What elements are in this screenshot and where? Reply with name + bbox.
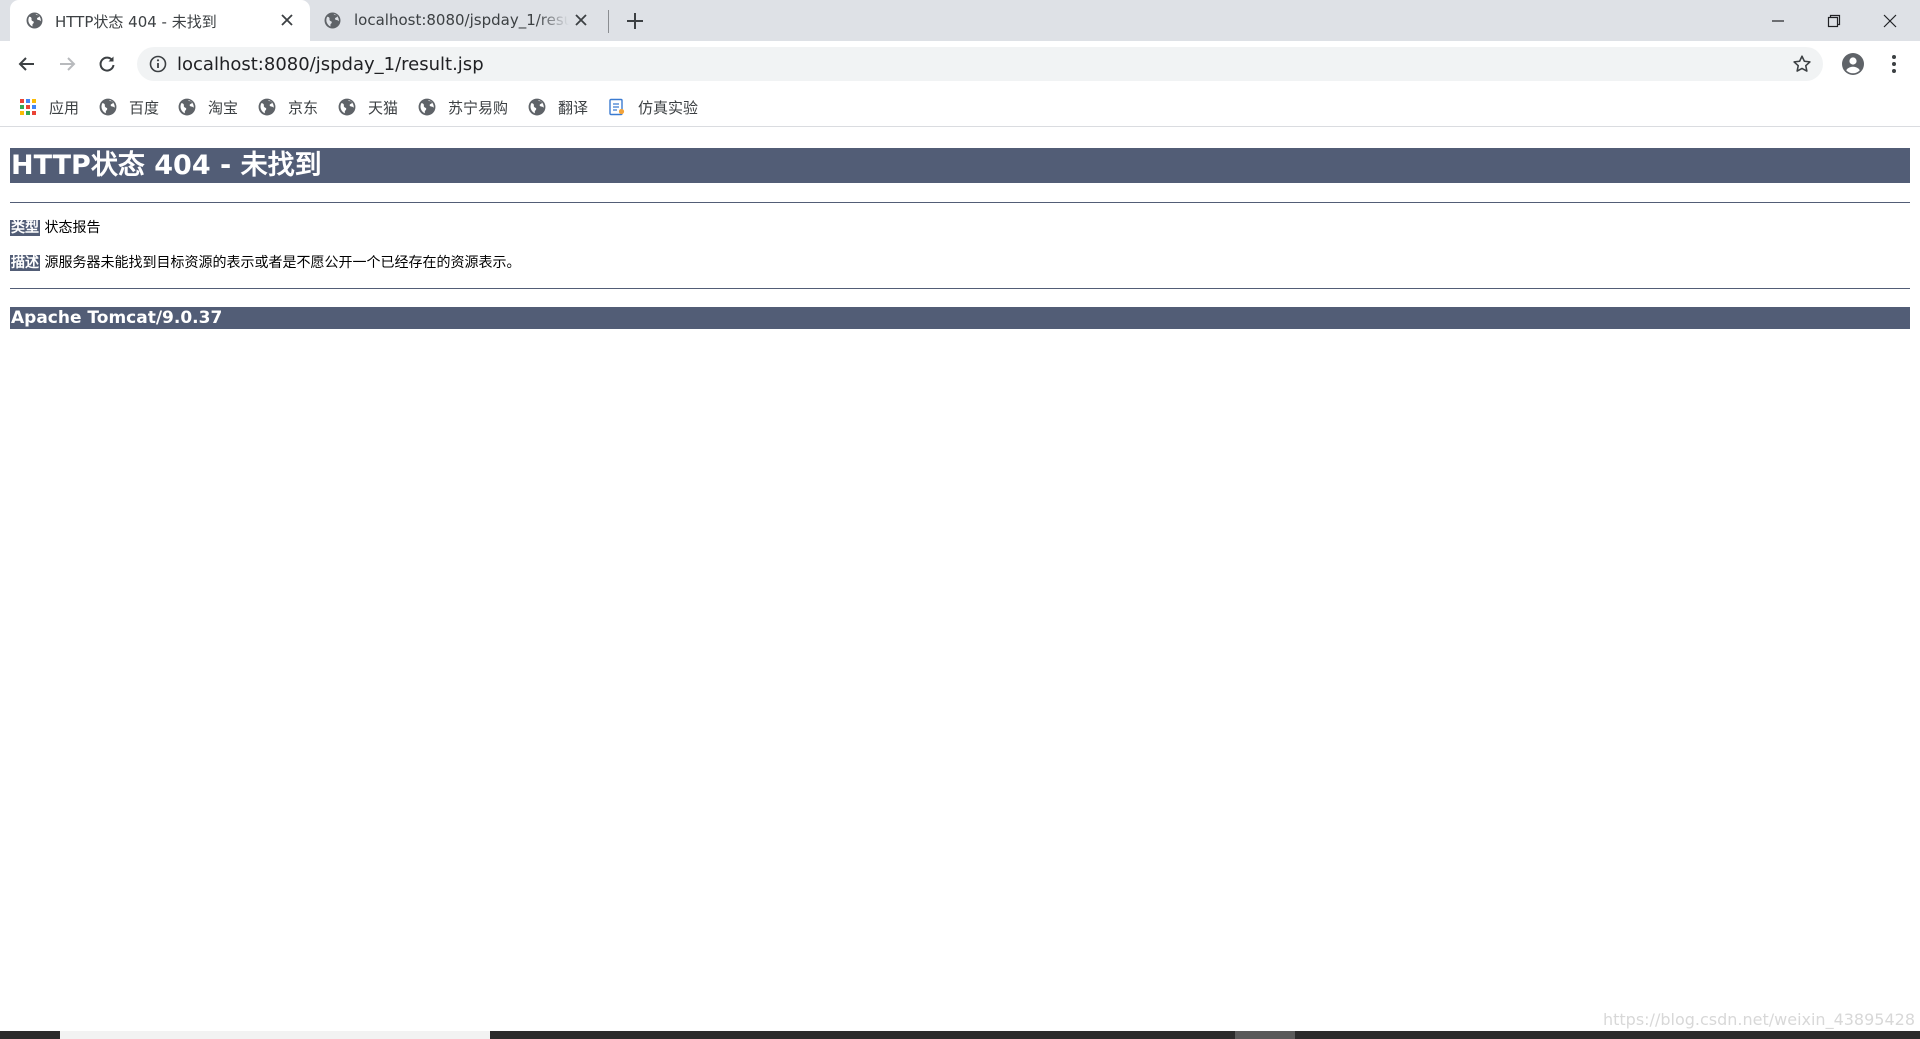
arrow-right-icon bbox=[60, 57, 76, 71]
type-label: 类型 bbox=[10, 220, 40, 236]
bookmark-label: 百度 bbox=[129, 98, 160, 117]
close-tab-icon[interactable] bbox=[276, 9, 298, 31]
tab-title: localhost:8080/jspday_1/result.jsp bbox=[354, 11, 569, 29]
bookmark-taobao[interactable]: 淘宝 bbox=[178, 95, 238, 119]
tab-inactive[interactable]: localhost:8080/jspday_1/result.jsp bbox=[314, 0, 604, 41]
browser-toolbar: localhost:8080/jspday_1/result.jsp bbox=[0, 41, 1920, 88]
address-bar[interactable]: localhost:8080/jspday_1/result.jsp bbox=[137, 47, 1823, 81]
globe-icon bbox=[418, 98, 436, 116]
arrow-left-icon bbox=[18, 57, 34, 71]
globe-icon bbox=[26, 12, 43, 29]
error-heading: HTTP状态 404 - 未找到 bbox=[10, 148, 1910, 183]
bookmark-label: 天猫 bbox=[368, 98, 399, 117]
forward-button[interactable] bbox=[53, 50, 81, 78]
close-window-button[interactable] bbox=[1862, 0, 1918, 41]
profile-button[interactable] bbox=[1839, 50, 1867, 78]
new-tab-icon[interactable] bbox=[622, 8, 648, 34]
description-label: 描述 bbox=[10, 255, 40, 271]
bookmarks-bar: 应用 百度 淘宝 京东 天猫 苏宁易购 翻译 仿真实验 bbox=[0, 88, 1920, 127]
globe-icon bbox=[178, 98, 196, 116]
account-icon bbox=[1842, 53, 1864, 75]
divider bbox=[10, 288, 1910, 289]
watermark: https://blog.csdn.net/weixin_43895428 bbox=[1602, 1010, 1915, 1029]
close-tab-icon[interactable] bbox=[570, 9, 592, 31]
reload-icon bbox=[99, 56, 115, 72]
bookmark-star-icon[interactable] bbox=[1791, 53, 1813, 75]
globe-icon bbox=[338, 98, 356, 116]
bookmark-label: 应用 bbox=[49, 98, 80, 117]
restore-button[interactable] bbox=[1806, 0, 1862, 41]
bookmark-baidu[interactable]: 百度 bbox=[99, 95, 159, 119]
bookmark-label: 翻译 bbox=[558, 98, 589, 117]
menu-button[interactable] bbox=[1880, 50, 1908, 78]
taskbar-segment bbox=[1235, 1031, 1295, 1039]
bookmark-label: 京东 bbox=[288, 98, 319, 117]
more-vert-icon bbox=[1892, 55, 1896, 73]
globe-icon bbox=[258, 98, 276, 116]
bookmark-apps[interactable]: 应用 bbox=[19, 95, 79, 119]
bookmark-label: 淘宝 bbox=[208, 98, 239, 117]
globe-icon bbox=[324, 12, 341, 29]
type-value: 状态报告 bbox=[44, 220, 101, 236]
type-row: 类型 状态报告 bbox=[10, 219, 100, 237]
tab-separator bbox=[608, 10, 609, 33]
restore-icon bbox=[1827, 14, 1841, 27]
globe-icon bbox=[99, 98, 117, 116]
bookmark-translate[interactable]: 翻译 bbox=[528, 95, 588, 119]
url-text[interactable]: localhost:8080/jspday_1/result.jsp bbox=[177, 54, 484, 75]
reload-button[interactable] bbox=[93, 50, 121, 78]
bookmark-suning[interactable]: 苏宁易购 bbox=[418, 95, 508, 119]
server-info: Apache Tomcat/9.0.37 bbox=[10, 307, 1910, 329]
tab-strip: HTTP状态 404 - 未找到 localhost:8080/jspday_1… bbox=[0, 0, 1920, 41]
minimize-icon bbox=[1772, 19, 1784, 22]
back-button[interactable] bbox=[13, 50, 41, 78]
description-row: 描述 源服务器未能找到目标资源的表示或者是不愿公开一个已经存在的资源表示。 bbox=[10, 254, 520, 272]
tab-title: HTTP状态 404 - 未找到 bbox=[55, 13, 217, 31]
globe-icon bbox=[528, 98, 546, 116]
taskbar bbox=[0, 1031, 1920, 1039]
close-icon bbox=[1883, 14, 1897, 27]
divider bbox=[10, 202, 1910, 203]
minimize-button[interactable] bbox=[1750, 0, 1806, 41]
apps-grid-icon bbox=[20, 99, 36, 115]
info-icon[interactable] bbox=[149, 55, 167, 73]
bookmark-simulation[interactable]: 仿真实验 bbox=[608, 95, 698, 119]
taskbar-segment bbox=[60, 1031, 490, 1039]
bookmark-jd[interactable]: 京东 bbox=[258, 95, 318, 119]
bookmark-label: 仿真实验 bbox=[638, 98, 699, 117]
tab-active[interactable]: HTTP状态 404 - 未找到 bbox=[10, 0, 310, 41]
description-value: 源服务器未能找到目标资源的表示或者是不愿公开一个已经存在的资源表示。 bbox=[44, 255, 521, 271]
bookmark-tmall[interactable]: 天猫 bbox=[338, 95, 398, 119]
bookmark-label: 苏宁易购 bbox=[448, 98, 509, 117]
document-icon bbox=[609, 98, 625, 116]
